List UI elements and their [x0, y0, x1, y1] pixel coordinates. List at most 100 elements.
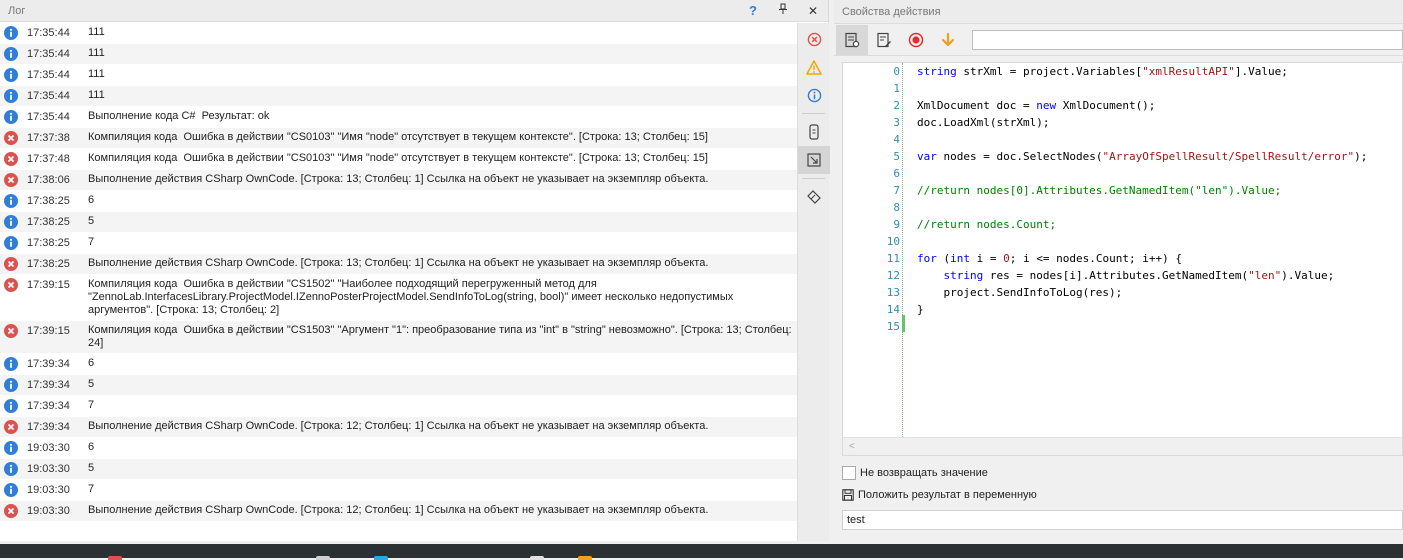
code-line[interactable]: string strXml = project.Variables["xmlRe…: [917, 63, 1402, 80]
log-row[interactable]: 19:03:30 6: [0, 438, 797, 459]
save-result-option: Положить результат в переменную: [842, 489, 1037, 501]
error-filter-icon[interactable]: [798, 25, 830, 53]
line-number: 5: [893, 150, 900, 163]
code-line[interactable]: for (int i = 0; i <= nodes.Count; i++) {: [917, 250, 1402, 267]
code-token: "ArrayOfSpellResult/SpellResult/error": [1102, 150, 1355, 163]
clear-log-icon[interactable]: [798, 183, 830, 211]
code-line[interactable]: [917, 165, 1402, 182]
result-variable-field[interactable]: test: [842, 510, 1403, 530]
info-icon: [0, 438, 22, 458]
log-message: 7: [88, 236, 95, 248]
record-icon[interactable]: [900, 25, 932, 55]
code-line[interactable]: var nodes = doc.SelectNodes("ArrayOfSpel…: [917, 148, 1402, 165]
log-time: 19:03:30: [27, 463, 70, 475]
code-token: XmlDocument doc =: [917, 99, 1037, 112]
fit-screen-icon[interactable]: [798, 146, 830, 174]
taskbar: [0, 544, 1403, 560]
code-settings-icon[interactable]: [836, 24, 868, 55]
device-icon[interactable]: [798, 118, 830, 146]
change-marker: [902, 315, 905, 332]
log-message: Компиляция кода Ошибка в действии "CS150…: [88, 278, 737, 316]
log-row[interactable]: 17:38:25 6: [0, 191, 797, 212]
info-icon: [0, 23, 22, 43]
line-number-gutter: 0 1 2 3 4 5 6 7 8 9 10 11 12 13 14 15: [843, 63, 903, 439]
horizontal-scrollbar[interactable]: <: [843, 437, 1402, 455]
log-time: 17:39:34: [27, 400, 70, 412]
code-token: for: [917, 252, 937, 265]
taskbar-app-icon[interactable]: [316, 556, 330, 560]
info-icon: [0, 86, 22, 106]
log-message: Компиляция кода Ошибка в действии "CS010…: [88, 152, 708, 164]
log-list[interactable]: 17:35:44 111 17:35:44 111 17:35:44 111 17:35:4…: [0, 23, 797, 541]
log-row[interactable]: 17:39:34 7: [0, 396, 797, 417]
code-editor[interactable]: 0 1 2 3 4 5 6 7 8 9 10 11 12 13 14 15 string strXml = p…: [842, 62, 1403, 456]
code-token: project.SendInfoToLog(res);: [917, 286, 1123, 299]
code-line[interactable]: [917, 131, 1402, 148]
log-row[interactable]: 17:37:38 Компиляция кода Ошибка в действи…: [0, 128, 797, 149]
log-row[interactable]: 17:38:06 Выполнение действия CSharp OwnCo…: [0, 170, 797, 191]
taskbar-app-icon[interactable]: [374, 556, 388, 560]
arrow-down-icon[interactable]: [932, 25, 964, 55]
pin-icon[interactable]: [768, 3, 798, 18]
log-panel: Лог ? ✕ 17:35:44 111 17:35:44 111 17:35:44 11…: [0, 0, 830, 541]
code-token: ].Value;: [1234, 65, 1288, 78]
code-line[interactable]: [917, 233, 1402, 250]
taskbar-app-icon[interactable]: [578, 556, 592, 560]
log-row[interactable]: 17:37:48 Компиляция кода Ошибка в действи…: [0, 149, 797, 170]
no-return-checkbox[interactable]: [842, 466, 856, 480]
no-return-option[interactable]: Не возвращать значение: [842, 466, 988, 480]
error-icon: [0, 417, 22, 437]
log-row[interactable]: 17:38:25 7: [0, 233, 797, 254]
log-time: 17:38:25: [27, 216, 70, 228]
log-row[interactable]: 17:39:34 6: [0, 354, 797, 375]
close-button[interactable]: ✕: [798, 4, 828, 18]
log-row[interactable]: 17:35:44 111: [0, 86, 797, 107]
code-line[interactable]: XmlDocument doc = new XmlDocument();: [917, 97, 1402, 114]
log-time: 17:38:25: [27, 237, 70, 249]
code-line[interactable]: [917, 318, 1402, 335]
log-row[interactable]: 17:35:44 111: [0, 23, 797, 44]
log-message: 111: [88, 68, 105, 80]
log-row[interactable]: 17:38:25 5: [0, 212, 797, 233]
help-button[interactable]: ?: [738, 3, 768, 18]
line-number: 11: [886, 252, 900, 265]
scroll-left-arrow[interactable]: <: [849, 441, 855, 452]
code-token: }: [917, 303, 924, 316]
info-icon: [0, 107, 22, 127]
code-line[interactable]: //return nodes[0].Attributes.GetNamedIte…: [917, 182, 1402, 199]
log-row[interactable]: 17:39:15 Компиляция кода Ошибка в действи…: [0, 321, 797, 354]
log-row[interactable]: 17:35:44 111: [0, 65, 797, 86]
taskbar-app-icon[interactable]: [530, 556, 544, 560]
info-filter-icon[interactable]: [798, 81, 830, 109]
code-token: "xmlResultAPI": [1142, 65, 1235, 78]
code-content[interactable]: string strXml = project.Variables["xmlRe…: [917, 63, 1402, 335]
code-line[interactable]: }: [917, 301, 1402, 318]
line-number: 1: [893, 82, 900, 95]
edit-code-icon[interactable]: [868, 25, 900, 55]
error-icon: [0, 128, 22, 148]
log-row[interactable]: 19:03:30 7: [0, 480, 797, 501]
log-row[interactable]: 17:35:44 Выполнение кода C# Результат: ok: [0, 107, 797, 128]
info-icon: [0, 65, 22, 85]
taskbar-app-icon[interactable]: [108, 556, 122, 560]
code-line[interactable]: doc.LoadXml(strXml);: [917, 114, 1402, 131]
info-icon: [0, 354, 22, 374]
code-line[interactable]: [917, 199, 1402, 216]
toolbar-input[interactable]: [972, 29, 1403, 50]
log-message: Выполнение действия CSharp OwnCode. [Стр…: [88, 504, 709, 516]
log-row[interactable]: 17:35:44 111: [0, 44, 797, 65]
warning-filter-icon[interactable]: [798, 53, 830, 81]
log-row[interactable]: 17:39:15 Компиляция кода Ошибка в действи…: [0, 275, 797, 321]
log-row[interactable]: 19:03:30 Выполнение действия CSharp OwnCo…: [0, 501, 797, 522]
log-row[interactable]: 17:38:25 Выполнение действия CSharp OwnCo…: [0, 254, 797, 275]
log-row[interactable]: 19:03:30 5: [0, 459, 797, 480]
code-line[interactable]: string res = nodes[i].Attributes.GetName…: [917, 267, 1402, 284]
log-row[interactable]: 17:39:34 5: [0, 375, 797, 396]
code-line[interactable]: project.SendInfoToLog(res);: [917, 284, 1402, 301]
log-row[interactable]: 17:39:34 Выполнение действия CSharp OwnCo…: [0, 417, 797, 438]
code-line[interactable]: [917, 80, 1402, 97]
code-line[interactable]: //return nodes.Count;: [917, 216, 1402, 233]
log-side-toolbar: [797, 23, 830, 541]
log-time: 17:38:25: [27, 258, 70, 270]
log-message: 111: [88, 26, 105, 38]
